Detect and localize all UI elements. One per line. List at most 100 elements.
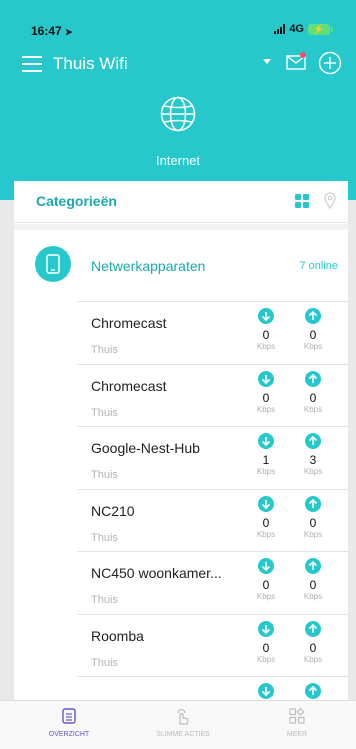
download-rate: 1 Kbps <box>251 433 281 476</box>
tab-label: OVERZICHT <box>48 731 90 738</box>
status-time: 16:47 ➤ <box>31 24 73 38</box>
bottom-tab-bar: OVERZICHT SLIMME ACTIES MEER <box>0 700 356 749</box>
upload-arrow-icon <box>305 495 321 512</box>
download-unit: Kbps <box>256 467 276 476</box>
upload-arrow-icon <box>305 308 321 324</box>
overview-icon <box>62 708 76 724</box>
device-row[interactable]: Chromecast Thuis 0 Kbps 0 Kbps <box>77 363 348 426</box>
location-pin-icon[interactable] <box>324 192 336 209</box>
device-row-partial[interactable] <box>77 676 348 701</box>
device-location: Thuis <box>91 594 118 606</box>
download-rate: 0 Kbps <box>251 495 281 539</box>
download-rate <box>251 683 281 699</box>
download-unit: Kbps <box>256 404 276 414</box>
upload-rate <box>298 683 328 699</box>
device-location: Thuis <box>91 406 118 419</box>
network-dropdown-icon[interactable] <box>263 59 271 64</box>
device-row[interactable]: Google-Nest-Hub Thuis 1 Kbps 3 Kbps <box>77 426 348 488</box>
download-arrow-icon <box>258 370 274 387</box>
upload-rate: 0 Kbps <box>298 495 328 539</box>
tab-label: SLIMME ACTIES <box>156 731 210 738</box>
device-row[interactable]: Chromecast Thuis 0 Kbps 0 Kbps <box>77 301 348 363</box>
upload-unit: Kbps <box>303 592 323 601</box>
device-name: NC210 <box>91 502 135 519</box>
device-name: Google-Nest-Hub <box>91 440 200 456</box>
network-title[interactable]: Thuis Wifi <box>53 54 128 74</box>
network-devices-group[interactable]: Netwerkapparaten 7 online <box>14 230 348 302</box>
tap-hand-icon <box>177 708 189 725</box>
upload-value: 0 <box>309 578 317 592</box>
upload-rate: 0 Kbps <box>298 308 328 351</box>
internet-label: Internet <box>155 153 201 168</box>
download-arrow-icon <box>258 683 274 699</box>
device-row[interactable]: Roomba Thuis 0 Kbps 0 Kbps <box>77 613 348 676</box>
location-arrow-icon: ➤ <box>65 27 73 37</box>
download-rate: 0 Kbps <box>251 370 281 414</box>
upload-rate: 3 Kbps <box>298 433 328 476</box>
download-unit: Kbps <box>256 654 276 664</box>
download-rate: 0 Kbps <box>251 308 281 351</box>
battery-icon: ⚡ <box>308 23 333 35</box>
device-name: NC450 woonkamer... <box>91 565 222 581</box>
tab-overzicht[interactable]: OVERZICHT <box>10 701 128 749</box>
download-value: 0 <box>262 515 270 530</box>
download-value: 0 <box>262 578 270 592</box>
upload-rate: 0 Kbps <box>298 370 328 414</box>
device-location: Thuis <box>91 656 118 669</box>
upload-value: 0 <box>309 328 317 342</box>
download-arrow-icon <box>258 620 274 637</box>
upload-value: 0 <box>309 640 317 655</box>
status-time-text: 16:47 <box>31 24 62 38</box>
grid-view-icon[interactable] <box>295 194 309 208</box>
upload-unit: Kbps <box>303 529 323 539</box>
upload-value: 3 <box>309 453 317 467</box>
upload-unit: Kbps <box>303 654 323 664</box>
download-unit: Kbps <box>256 592 276 601</box>
categories-header: Categorieën <box>14 181 348 223</box>
download-arrow-icon <box>258 495 274 512</box>
upload-arrow-icon <box>305 370 321 387</box>
upload-arrow-icon <box>305 683 321 699</box>
network-type: 4G <box>289 23 304 35</box>
download-rate: 0 Kbps <box>251 620 281 664</box>
online-count: 7 online <box>299 260 338 272</box>
categories-title: Categorieën <box>36 193 117 209</box>
device-name: Chromecast <box>91 315 167 331</box>
device-row[interactable]: NC210 Thuis 0 Kbps 0 Kbps <box>77 488 348 551</box>
tab-slimme-acties[interactable]: SLIMME ACTIES <box>124 701 242 749</box>
device-location: Thuis <box>91 531 118 544</box>
status-bar: 16:47 ➤ 4G ⚡ <box>0 0 356 44</box>
download-value: 0 <box>262 640 270 655</box>
more-grid-icon <box>289 708 305 724</box>
device-name: Chromecast <box>91 377 167 394</box>
categories-panel: Categorieën Netwerkapparaten 7 online Ch… <box>14 181 348 701</box>
upload-unit: Kbps <box>303 467 323 476</box>
add-icon[interactable] <box>318 51 342 75</box>
top-nav: Thuis Wifi <box>0 46 356 82</box>
download-arrow-icon <box>258 433 274 449</box>
notification-dot <box>300 52 306 58</box>
upload-unit: Kbps <box>303 404 323 414</box>
device-location: Thuis <box>91 344 118 356</box>
upload-value: 0 <box>309 390 317 405</box>
upload-value: 0 <box>309 515 317 530</box>
download-unit: Kbps <box>256 529 276 539</box>
device-row[interactable]: NC450 woonkamer... Thuis 0 Kbps 0 Kbps <box>77 551 348 613</box>
upload-arrow-icon <box>305 433 321 449</box>
device-location: Thuis <box>91 469 118 481</box>
upload-arrow-icon <box>305 620 321 637</box>
tab-label: MEER <box>286 731 308 738</box>
upload-unit: Kbps <box>303 342 323 351</box>
upload-rate: 0 Kbps <box>298 558 328 601</box>
signal-icon <box>274 24 286 34</box>
menu-icon[interactable] <box>22 56 42 72</box>
upload-arrow-icon <box>305 558 321 574</box>
download-rate: 0 Kbps <box>251 558 281 601</box>
download-value: 1 <box>262 453 270 467</box>
tab-meer[interactable]: MEER <box>238 701 356 749</box>
status-right: 4G ⚡ <box>274 23 333 35</box>
globe-icon[interactable] <box>160 96 196 132</box>
download-arrow-icon <box>258 308 274 324</box>
phone-icon <box>35 246 71 282</box>
download-arrow-icon <box>258 558 274 574</box>
